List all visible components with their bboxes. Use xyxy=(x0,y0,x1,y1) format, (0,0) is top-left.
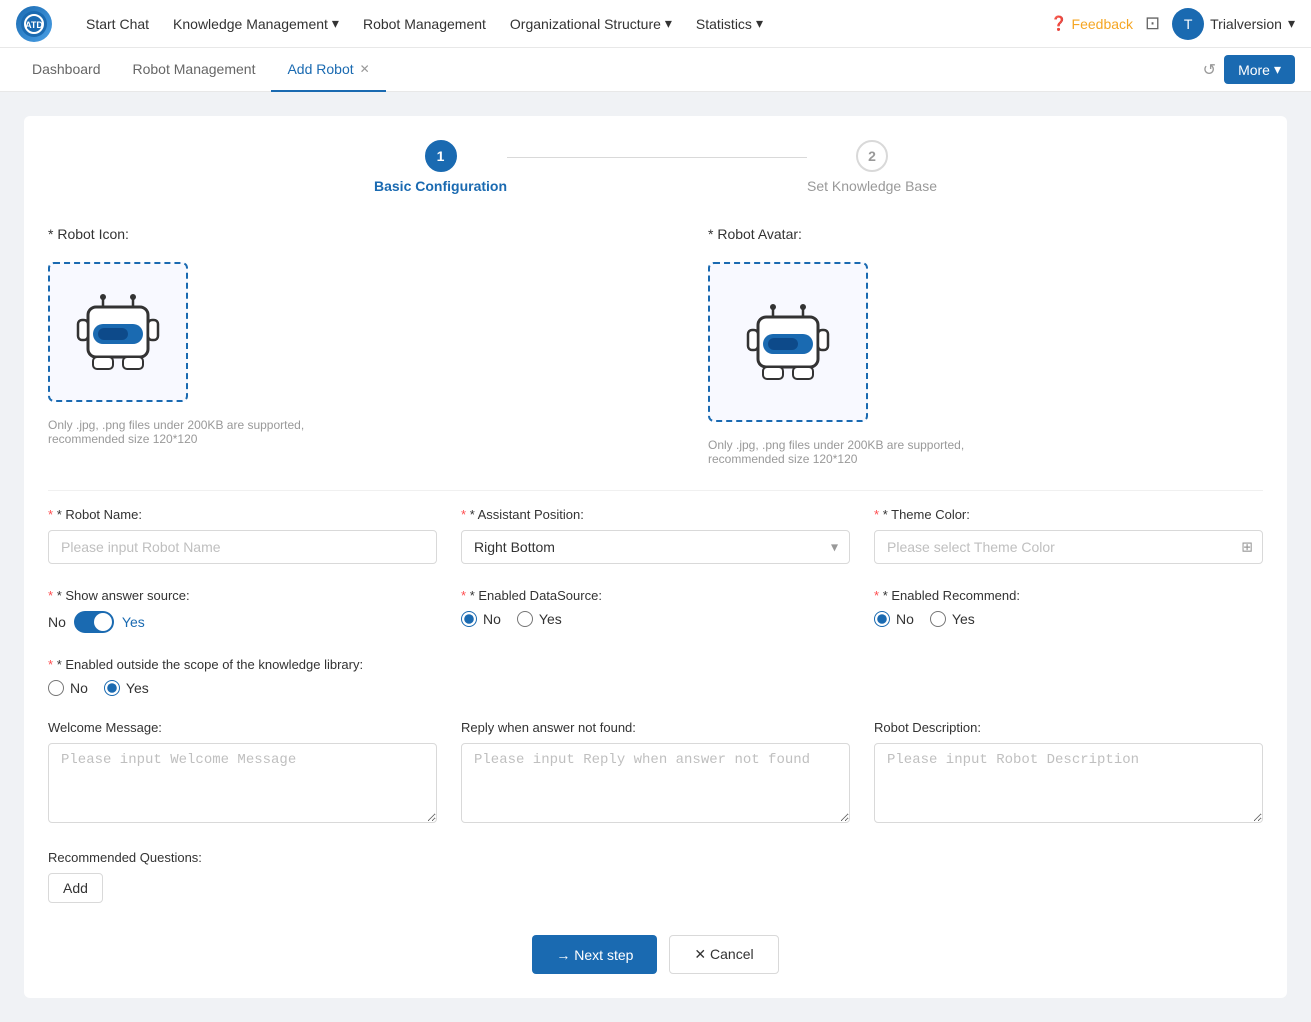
chevron-down-icon: ▾ xyxy=(1288,15,1295,32)
welcome-message-col: Welcome Message: xyxy=(48,720,437,826)
tab-add-robot[interactable]: Add Robot ✕ xyxy=(271,48,385,92)
palette-icon[interactable]: ⊞ xyxy=(1241,539,1253,556)
step-connector xyxy=(507,157,807,158)
reply-not-found-textarea[interactable] xyxy=(461,743,850,823)
chevron-down-icon: ▾ xyxy=(756,15,763,32)
assistant-position-col: * * Assistant Position: Right Bottom xyxy=(461,507,850,564)
robot-description-textarea[interactable] xyxy=(874,743,1263,823)
enabled-datasource-col: * * Enabled DataSource: No Yes xyxy=(461,588,850,633)
outside-no-radio[interactable]: No xyxy=(48,680,88,696)
nav-robot-management[interactable]: Robot Management xyxy=(353,10,496,38)
chevron-down-icon: ▾ xyxy=(1274,61,1281,78)
action-buttons: → Next step ✕ Cancel xyxy=(48,935,1263,974)
datasource-no-radio[interactable]: No xyxy=(461,611,501,627)
recommend-yes-radio[interactable]: Yes xyxy=(930,611,975,627)
main-content: 1 Basic Configuration 2 Set Knowledge Ba… xyxy=(0,92,1311,1022)
robot-avatar-upload[interactable] xyxy=(708,262,868,422)
show-answer-source-col: * * Show answer source: No Yes xyxy=(48,588,437,633)
user-menu[interactable]: T Trialversion ▾ xyxy=(1172,8,1295,40)
chevron-down-icon: ▾ xyxy=(665,15,672,32)
tab-dashboard[interactable]: Dashboard xyxy=(16,48,117,92)
nav-statistics[interactable]: Statistics ▾ xyxy=(686,9,773,38)
nav-start-chat[interactable]: Start Chat xyxy=(76,10,159,38)
robot-description-col: Robot Description: xyxy=(874,720,1263,826)
toggles-row: * * Show answer source: No Yes * * Enabl… xyxy=(48,588,1263,633)
chevron-down-icon: ▾ xyxy=(332,15,339,32)
recommended-questions-label: Recommended Questions: xyxy=(48,850,1263,865)
reply-not-found-col: Reply when answer not found: xyxy=(461,720,850,826)
nav-items: Start Chat Knowledge Management ▾ Robot … xyxy=(76,9,1026,38)
tab-close-icon[interactable]: ✕ xyxy=(360,62,370,76)
toggle-row: No Yes xyxy=(48,611,437,633)
robot-name-col: * * Robot Name: xyxy=(48,507,437,564)
feedback-button[interactable]: ❓ Feedback xyxy=(1050,15,1133,32)
recommend-radio-row: No Yes xyxy=(874,611,1263,627)
question-icon: ❓ xyxy=(1050,15,1067,32)
recommended-questions-section: Recommended Questions: Add xyxy=(48,850,1263,903)
assistant-position-label: * * Assistant Position: xyxy=(461,507,850,522)
welcome-message-textarea[interactable] xyxy=(48,743,437,823)
more-button[interactable]: More ▾ xyxy=(1224,55,1295,84)
avatar: T xyxy=(1172,8,1204,40)
robot-icon-label: * Robot Icon: xyxy=(48,226,348,242)
refresh-icon[interactable]: ↺ xyxy=(1203,60,1216,80)
robot-icon-hint: Only .jpg, .png files under 200KB are su… xyxy=(48,418,348,446)
outside-yes-radio[interactable]: Yes xyxy=(104,680,149,696)
cancel-button[interactable]: ✕ Cancel xyxy=(669,935,778,974)
step-2-label: Set Knowledge Base xyxy=(807,178,937,194)
logo[interactable]: ATD xyxy=(16,6,52,42)
icons-section: * Robot Icon: xyxy=(48,226,1263,466)
robot-avatar-hint: Only .jpg, .png files under 200KB are su… xyxy=(708,438,1008,466)
logo-icon: ATD xyxy=(16,6,52,42)
enabled-recommend-label: * * Enabled Recommend: xyxy=(874,588,1263,603)
robot-avatar-section: * Robot Avatar: xyxy=(708,226,1008,466)
robot-avatar-label: * Robot Avatar: xyxy=(708,226,1008,242)
theme-color-col: * * Theme Color: ⊞ xyxy=(874,507,1263,564)
step-1-circle: 1 xyxy=(425,140,457,172)
enabled-outside-section: * * Enabled outside the scope of the kno… xyxy=(48,657,1263,696)
show-answer-source-label: * * Show answer source: xyxy=(48,588,437,603)
datasource-radio-row: No Yes xyxy=(461,611,850,627)
notification-icon[interactable]: ⊡ xyxy=(1145,13,1160,34)
assistant-position-select[interactable]: Right Bottom xyxy=(461,530,850,564)
name-position-color-row: * * Robot Name: * * Assistant Position: … xyxy=(48,507,1263,564)
step-1: 1 Basic Configuration xyxy=(374,140,507,194)
step-2-circle: 2 xyxy=(856,140,888,172)
step-2: 2 Set Knowledge Base xyxy=(807,140,937,194)
show-answer-toggle[interactable] xyxy=(74,611,114,633)
recommend-no-radio[interactable]: No xyxy=(874,611,914,627)
enabled-recommend-col: * * Enabled Recommend: No Yes xyxy=(874,588,1263,633)
add-button[interactable]: Add xyxy=(48,873,103,903)
svg-text:ATD: ATD xyxy=(25,20,43,30)
stepper: 1 Basic Configuration 2 Set Knowledge Ba… xyxy=(48,140,1263,194)
toggle-yes-label: Yes xyxy=(122,614,145,630)
enabled-datasource-label: * * Enabled DataSource: xyxy=(461,588,850,603)
nav-right: ❓ Feedback ⊡ T Trialversion ▾ xyxy=(1050,8,1295,40)
tab-bar: Dashboard Robot Management Add Robot ✕ ↺… xyxy=(0,48,1311,92)
tab-robot-management[interactable]: Robot Management xyxy=(117,48,272,92)
reply-not-found-label: Reply when answer not found: xyxy=(461,720,850,735)
theme-color-input-wrapper: ⊞ xyxy=(874,530,1263,564)
robot-description-label: Robot Description: xyxy=(874,720,1263,735)
assistant-position-select-wrapper: Right Bottom xyxy=(461,530,850,564)
nav-knowledge-management[interactable]: Knowledge Management ▾ xyxy=(163,9,349,38)
robot-name-input[interactable] xyxy=(48,530,437,564)
textarea-row: Welcome Message: Reply when answer not f… xyxy=(48,720,1263,826)
next-step-button[interactable]: → Next step xyxy=(532,935,657,974)
welcome-message-label: Welcome Message: xyxy=(48,720,437,735)
datasource-yes-radio[interactable]: Yes xyxy=(517,611,562,627)
robot-icon-section: * Robot Icon: xyxy=(48,226,348,446)
step-1-label: Basic Configuration xyxy=(374,178,507,194)
theme-color-label: * * Theme Color: xyxy=(874,507,1263,522)
content-card: 1 Basic Configuration 2 Set Knowledge Ba… xyxy=(24,116,1287,998)
tab-right-actions: ↺ More ▾ xyxy=(1203,55,1295,84)
robot-name-label: * * Robot Name: xyxy=(48,507,437,522)
nav-organizational-structure[interactable]: Organizational Structure ▾ xyxy=(500,9,682,38)
theme-color-input[interactable] xyxy=(874,530,1263,564)
outside-radio-row: No Yes xyxy=(48,680,1263,696)
top-navigation: ATD Start Chat Knowledge Management ▾ Ro… xyxy=(0,0,1311,48)
toggle-no-label: No xyxy=(48,614,66,630)
robot-icon-upload[interactable] xyxy=(48,262,188,402)
enabled-outside-label: * * Enabled outside the scope of the kno… xyxy=(48,657,1263,672)
